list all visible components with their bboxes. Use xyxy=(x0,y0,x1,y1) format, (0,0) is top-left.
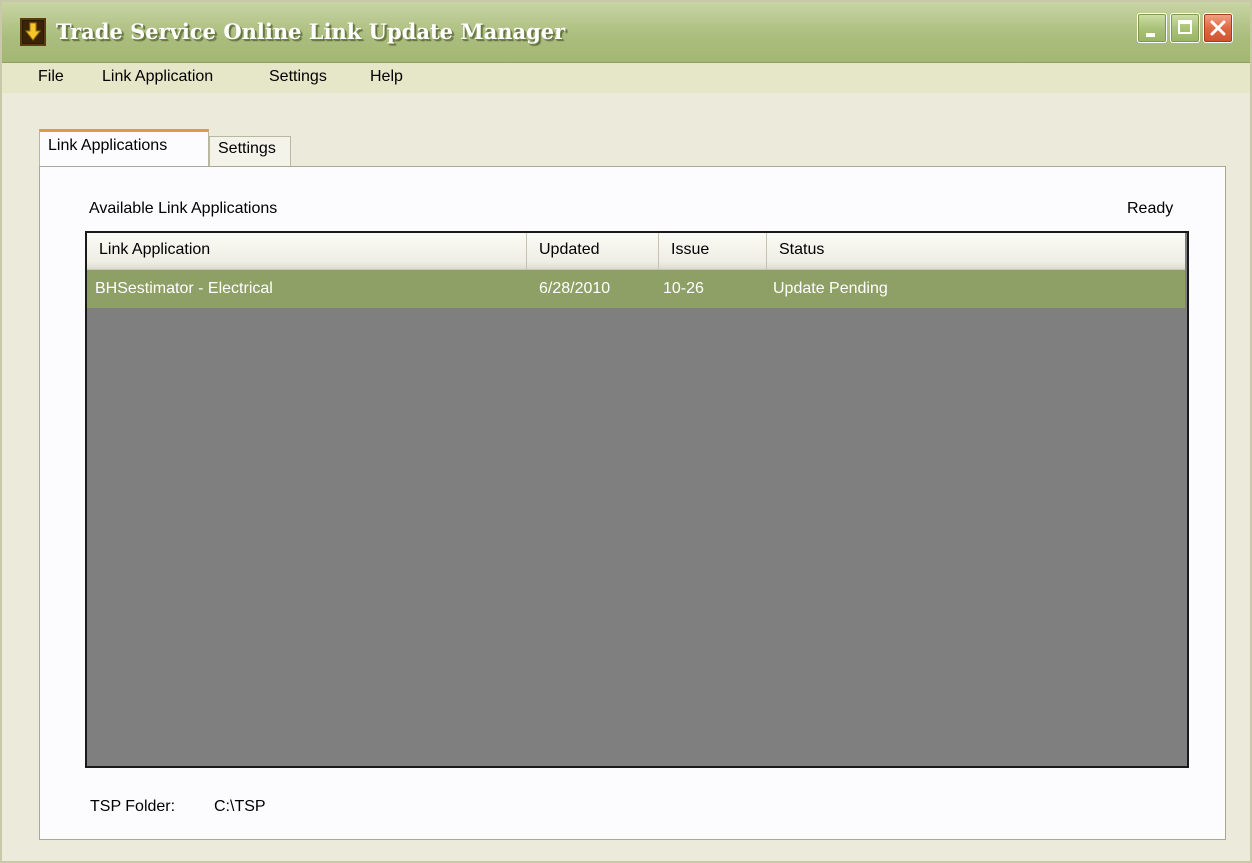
menu-settings[interactable]: Settings xyxy=(265,68,331,86)
app-window: Trade Service Online Link Update Manager… xyxy=(0,0,1252,863)
menu-link-application[interactable]: Link Application xyxy=(98,68,217,86)
tab-settings[interactable]: Settings xyxy=(209,136,291,166)
column-header-updated[interactable]: Updated xyxy=(527,233,659,269)
app-shield-icon[interactable] xyxy=(20,18,46,46)
list-header: Link Application Updated Issue Status xyxy=(87,233,1185,270)
list-label: Available Link Applications xyxy=(89,200,278,217)
table-row[interactable]: BHSestimator - Electrical 6/28/2010 10-2… xyxy=(87,270,1185,308)
column-header-link-application[interactable]: Link Application xyxy=(87,233,527,269)
menu-bar: File Link Application Settings Help xyxy=(2,63,1250,93)
close-button[interactable] xyxy=(1203,13,1233,43)
folder-value: C:\TSP xyxy=(214,798,266,815)
column-header-status[interactable]: Status xyxy=(767,233,1185,269)
cell-link-application: BHSestimator - Electrical xyxy=(95,280,273,297)
cell-issue: 10-26 xyxy=(663,280,704,297)
maximize-icon xyxy=(1178,20,1192,34)
title-bar[interactable]: Trade Service Online Link Update Manager xyxy=(2,2,1250,63)
folder-label: TSP Folder: xyxy=(90,798,176,815)
menu-file[interactable]: File xyxy=(34,68,68,86)
menu-help[interactable]: Help xyxy=(366,68,407,86)
tab-link-applications[interactable]: Link Applications xyxy=(39,129,209,167)
link-applications-list[interactable]: Link Application Updated Issue Status BH… xyxy=(85,231,1189,768)
maximize-button[interactable] xyxy=(1170,13,1200,43)
cell-status: Update Pending xyxy=(773,280,888,297)
cell-updated: 6/28/2010 xyxy=(539,280,611,297)
close-icon xyxy=(1210,20,1226,36)
column-header-issue[interactable]: Issue xyxy=(659,233,767,269)
minimize-icon xyxy=(1146,33,1155,37)
status-text: Ready xyxy=(1127,200,1174,217)
window-title: Trade Service Online Link Update Manager xyxy=(56,19,566,44)
minimize-button[interactable] xyxy=(1137,13,1167,43)
